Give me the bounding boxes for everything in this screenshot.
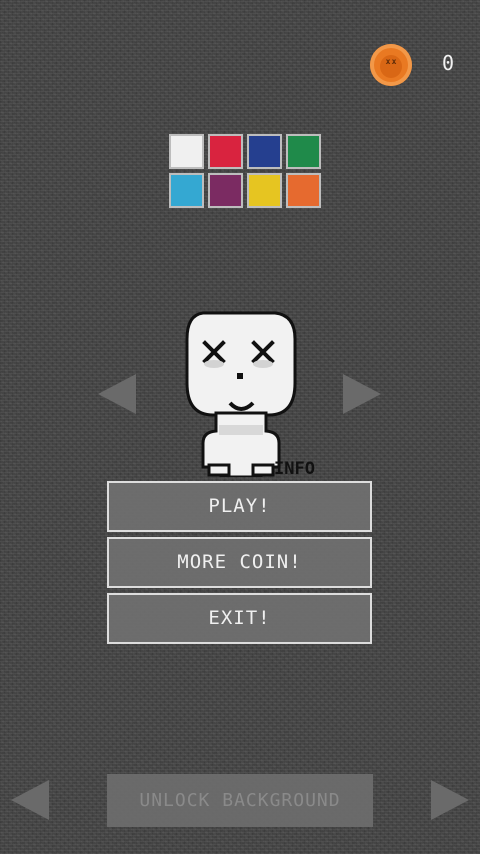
right-foot <box>251 463 275 477</box>
right-eye-shadow <box>253 360 273 368</box>
nose <box>237 373 243 379</box>
color-palette <box>169 134 321 210</box>
swatch-white[interactable] <box>169 134 204 169</box>
more-coin-button[interactable]: MORE COIN! <box>107 537 372 588</box>
coin-eye-right: x <box>391 57 397 66</box>
left-eye-shadow <box>204 360 224 368</box>
game-menu-screen: x x 0 INFO PLAY! MORE COIN! EXIT! UNLOCK… <box>0 0 480 854</box>
coin-icon: x x <box>370 44 412 86</box>
coin-count: 0 <box>441 51 455 75</box>
character-info-label[interactable]: INFO <box>274 461 315 478</box>
left-foot <box>207 463 231 477</box>
background-arrow-right-icon[interactable] <box>431 780 469 820</box>
arrow-right-icon[interactable] <box>343 374 381 414</box>
play-button[interactable]: PLAY! <box>107 481 372 532</box>
swatch-cyan[interactable] <box>169 173 204 208</box>
unlock-background-button[interactable]: UNLOCK BACKGROUND <box>107 774 373 827</box>
character-head <box>185 311 297 417</box>
arrow-left-icon[interactable] <box>98 374 136 414</box>
swatch-red[interactable] <box>208 134 243 169</box>
swatch-blue[interactable] <box>247 134 282 169</box>
background-arrow-left-icon[interactable] <box>11 780 49 820</box>
swatch-yellow[interactable] <box>247 173 282 208</box>
coin-face: x x <box>380 55 402 78</box>
exit-button[interactable]: EXIT! <box>107 593 372 644</box>
neck-shadow <box>219 425 263 435</box>
swatch-green[interactable] <box>286 134 321 169</box>
character-sprite <box>185 311 297 477</box>
swatch-purple[interactable] <box>208 173 243 208</box>
swatch-orange[interactable] <box>286 173 321 208</box>
